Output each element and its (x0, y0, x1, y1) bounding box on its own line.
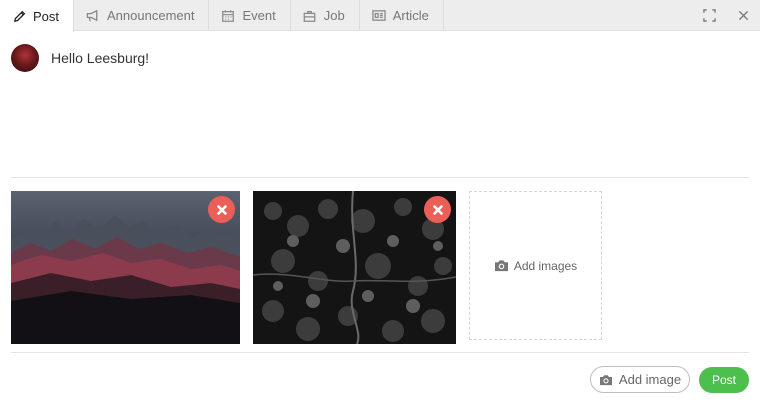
calendar-icon (220, 8, 236, 24)
tab-label: Post (33, 8, 60, 24)
tab-label: Announcement (107, 8, 195, 23)
post-text-input[interactable]: Hello Leesburg! (51, 50, 149, 66)
remove-image-button[interactable] (424, 196, 451, 223)
image-thumbnail-mountains (11, 191, 240, 344)
window-tools (692, 0, 760, 31)
post-button[interactable]: Post (699, 367, 749, 393)
add-image-button[interactable]: Add image (590, 366, 690, 393)
image-thumbnail-forest (253, 191, 456, 344)
tab-event[interactable]: Event (209, 0, 291, 31)
add-image-label: Add image (618, 372, 682, 387)
tab-job[interactable]: Job (291, 0, 360, 31)
close-button[interactable] (726, 0, 760, 31)
newspaper-icon (371, 8, 387, 24)
camera-icon (494, 259, 509, 272)
close-icon (738, 10, 749, 21)
tab-article[interactable]: Article (360, 0, 444, 31)
megaphone-icon (85, 8, 101, 24)
add-images-dropzone[interactable]: Add images (469, 191, 602, 340)
add-images-label: Add images (513, 258, 578, 273)
post-type-tabbar: Post Announcement Event Job Article (0, 0, 760, 32)
camera-icon (599, 374, 613, 386)
expand-icon (702, 9, 716, 22)
tab-label: Event (242, 8, 276, 23)
remove-icon (432, 204, 443, 215)
remove-icon (216, 204, 227, 215)
tab-label: Job (323, 8, 345, 23)
tab-label: Article (392, 8, 429, 23)
briefcase-icon (302, 8, 318, 24)
pencil-icon (11, 8, 27, 24)
tab-post[interactable]: Post (0, 0, 75, 32)
avatar (11, 44, 39, 72)
post-composer[interactable]: Hello Leesburg! (11, 44, 749, 178)
tab-announcement[interactable]: Announcement (74, 0, 210, 31)
remove-image-button[interactable] (208, 196, 235, 223)
divider (11, 352, 749, 353)
expand-button[interactable] (692, 0, 726, 31)
